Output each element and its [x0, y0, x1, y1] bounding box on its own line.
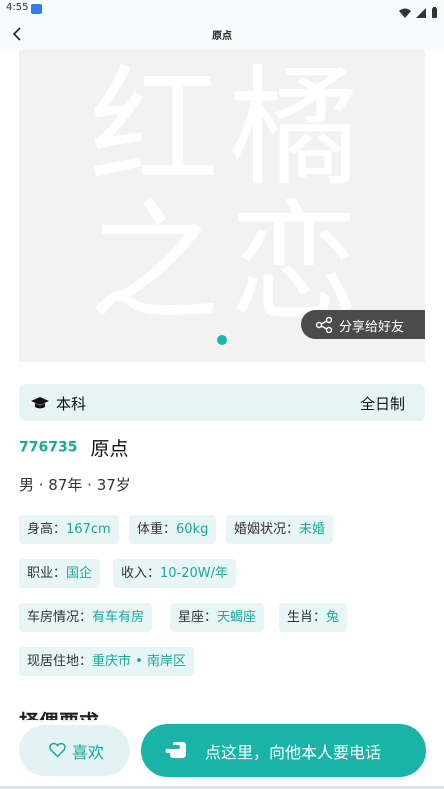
education-degree: 本科 — [56, 395, 87, 413]
heart-icon — [49, 742, 66, 758]
tag-income: 收入：10-20W/年 — [113, 559, 237, 588]
like-label: 喜欢 — [72, 743, 105, 762]
education-bar: 本科 全日制 — [19, 384, 425, 421]
tag-weight: 体重：60kg — [129, 515, 217, 544]
share-button[interactable]: 分享给好友 — [301, 310, 425, 339]
status-bar: 4:55 — [0, 0, 444, 18]
request-phone-button[interactable]: 点这里，向他本人要电话 — [141, 724, 426, 777]
app-notification-icon — [31, 4, 42, 14]
logo-char-2: 橘 — [229, 58, 359, 202]
bottom-action-bar: 喜欢 点这里，向他本人要电话 — [0, 720, 444, 789]
pointing-hand-icon — [165, 742, 186, 758]
brand-logo-image: 红 橘 之 恋 — [89, 58, 359, 337]
logo-char-1: 红 — [89, 58, 219, 202]
tag-occupation: 职业：国企 — [19, 559, 101, 588]
graduation-cap-icon — [31, 397, 49, 409]
status-icons — [398, 3, 438, 18]
profile-photo-carousel[interactable]: 红 橘 之 恋 分享给好友 — [19, 50, 425, 362]
status-time: 4:55 — [6, 2, 29, 13]
tag-marital-status: 婚姻状况：未婚 — [226, 515, 334, 544]
tag-car-house: 车房情况：有车有房 — [19, 603, 153, 632]
logo-char-3: 之 — [89, 193, 219, 337]
share-label: 分享给好友 — [339, 320, 405, 335]
request-phone-label: 点这里，向他本人要电话 — [205, 743, 382, 762]
carousel-indicator-dot[interactable] — [217, 335, 227, 345]
page-title: 原点 — [212, 31, 232, 42]
user-name: 原点 — [90, 438, 129, 460]
navigation-bar: 原点 — [0, 18, 444, 50]
tag-residence: 现居住地：重庆市 • 南岸区 — [19, 647, 194, 676]
like-button[interactable]: 喜欢 — [19, 725, 130, 776]
tag-chinese-zodiac: 生肖：兔 — [279, 603, 348, 632]
basic-info: 男 · 87年 · 37岁 — [19, 476, 131, 494]
tag-zodiac: 星座：天蝎座 — [170, 603, 265, 632]
education-mode: 全日制 — [359, 395, 405, 413]
profile-id-line: 776735 原点 — [19, 434, 129, 460]
user-id: 776735 — [19, 439, 78, 456]
section-heading-partial: 择偶要求 — [19, 710, 99, 722]
share-icon — [315, 316, 333, 334]
tag-height: 身高：167cm — [19, 515, 119, 544]
